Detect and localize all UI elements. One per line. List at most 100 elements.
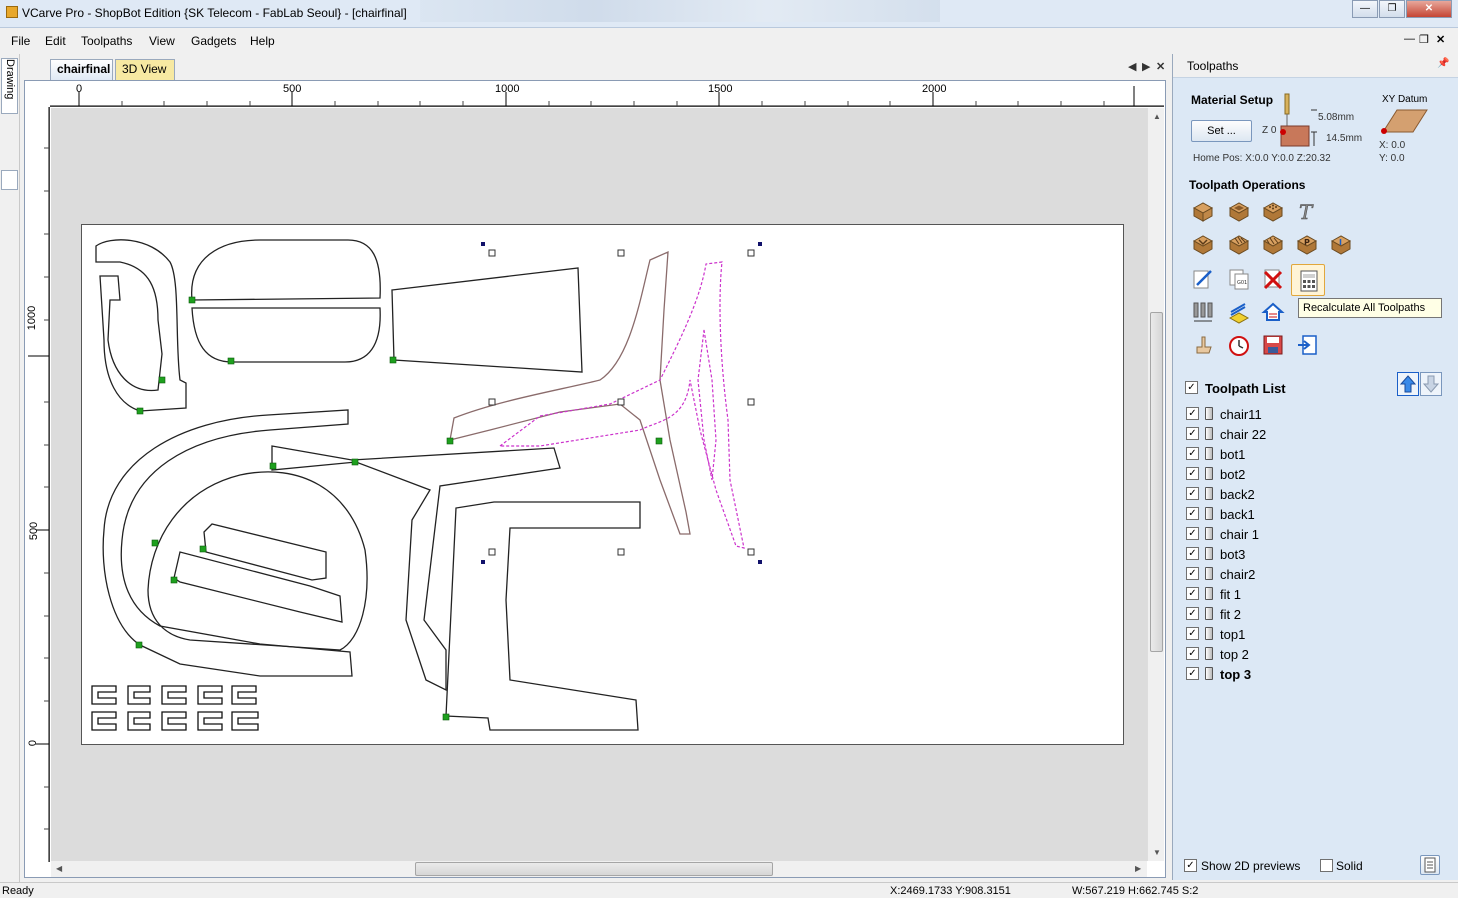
- tool-bit-icon: [1205, 547, 1213, 560]
- toolpath-item[interactable]: ✓ top1: [1184, 624, 1452, 644]
- tool-bit-icon: [1205, 667, 1213, 680]
- toolpath-list-all-checkbox[interactable]: ✓: [1185, 381, 1198, 394]
- toolpath-name: chair2: [1220, 567, 1256, 582]
- toolpath-checkbox[interactable]: ✓: [1186, 407, 1199, 420]
- show-2d-previews-checkbox[interactable]: ✓: [1184, 859, 1197, 872]
- toolpath-name: top 3: [1220, 667, 1252, 682]
- minimize-button[interactable]: —: [1352, 0, 1378, 18]
- tool-bit-icon: [1205, 467, 1213, 480]
- vertical-scroll-thumb[interactable]: [1150, 312, 1163, 652]
- toolpath-checkbox[interactable]: ✓: [1186, 647, 1199, 660]
- toolpath-vectors[interactable]: [0, 0, 1170, 880]
- toolpath-checkbox[interactable]: ✓: [1186, 607, 1199, 620]
- toolpath-item[interactable]: ✓ chair 1: [1184, 524, 1452, 544]
- close-button[interactable]: ✕: [1406, 0, 1452, 18]
- mdi-close-icon[interactable]: ✕: [1436, 33, 1445, 46]
- move-down-button[interactable]: [1420, 372, 1442, 396]
- tool-bit-icon: [1205, 527, 1213, 540]
- vertical-scrollbar[interactable]: ▲ ▼: [1147, 108, 1164, 861]
- material-set-button[interactable]: Set ...: [1191, 120, 1252, 142]
- preview-toolpath-button[interactable]: [1187, 330, 1217, 358]
- template-house-icon: [1261, 302, 1285, 321]
- vcarve-text-toolpath-button[interactable]: T: [1291, 197, 1321, 225]
- maximize-button[interactable]: ❐: [1379, 0, 1405, 18]
- mdi-minimize-icon[interactable]: —: [1404, 33, 1415, 45]
- delete-toolpath-button[interactable]: [1257, 264, 1287, 292]
- profile-toolpath-button[interactable]: [1187, 197, 1217, 225]
- copy-toolpath-button[interactable]: G01: [1223, 264, 1253, 292]
- toolpath-item[interactable]: ✓ bot1: [1184, 444, 1452, 464]
- vector-part-seat-inner: [147, 471, 368, 651]
- pin-icon[interactable]: 📌: [1437, 58, 1449, 69]
- save-disk-icon: [1263, 335, 1283, 355]
- toolpath-checkbox[interactable]: ✓: [1186, 667, 1199, 680]
- vector-part-leg-rear: [445, 501, 641, 731]
- drilling-toolpath-button[interactable]: [1257, 197, 1287, 225]
- toolpath-name: top 2: [1220, 647, 1249, 662]
- inlay-toolpath-button[interactable]: I: [1325, 230, 1355, 258]
- toolpath-item[interactable]: ✓ bot3: [1184, 544, 1452, 564]
- prism-icon: P: [1296, 235, 1318, 255]
- solid-checkbox[interactable]: [1320, 859, 1333, 872]
- recalculate-all-toolpaths-button[interactable]: [1291, 264, 1325, 296]
- toolpaths-panel-title: Toolpaths: [1187, 59, 1239, 73]
- toolpath-checkbox[interactable]: ✓: [1186, 527, 1199, 540]
- recalculate-tooltip: Recalculate All Toolpaths: [1298, 298, 1442, 318]
- toolpath-item[interactable]: ✓ back2: [1184, 484, 1452, 504]
- scroll-left-icon[interactable]: ◀: [56, 864, 62, 873]
- template-toolpath-button[interactable]: [1257, 297, 1287, 325]
- send-to-machine-button[interactable]: [1291, 330, 1321, 358]
- time-estimate-button[interactable]: [1223, 330, 1253, 358]
- edit-toolpath-button[interactable]: [1187, 264, 1217, 292]
- toolpath-checkbox[interactable]: ✓: [1186, 487, 1199, 500]
- status-text: Ready: [2, 885, 34, 897]
- vcarve-toolpath-button[interactable]: [1187, 230, 1217, 258]
- toolpath-item-selected[interactable]: ✓ top 3: [1184, 664, 1452, 684]
- home-position: Home Pos: X:0.0 Y:0.0 Z:20.32: [1193, 153, 1331, 164]
- scroll-up-icon[interactable]: ▲: [1153, 112, 1161, 121]
- vector-part-slat-1: [203, 523, 327, 581]
- toolpath-checkbox[interactable]: ✓: [1186, 447, 1199, 460]
- toolpath-checkbox[interactable]: ✓: [1186, 547, 1199, 560]
- toolpath-checkbox[interactable]: ✓: [1186, 427, 1199, 440]
- toolpath-item[interactable]: ✓ back1: [1184, 504, 1452, 524]
- toolpath-checkbox[interactable]: ✓: [1186, 627, 1199, 640]
- toolpath-item[interactable]: ✓ chair 22: [1184, 424, 1452, 444]
- toolpath-list-title: Toolpath List: [1205, 381, 1286, 396]
- merge-toolpath-button[interactable]: [1223, 297, 1253, 325]
- toolpath-summary-button[interactable]: [1187, 297, 1217, 325]
- toolpath-checkbox[interactable]: ✓: [1186, 467, 1199, 480]
- tool-bit-icon: [1205, 507, 1213, 520]
- texture-toolpath-button[interactable]: [1257, 230, 1287, 258]
- mdi-restore-icon[interactable]: ❐: [1419, 33, 1429, 46]
- prism-toolpath-button[interactable]: P: [1291, 230, 1321, 258]
- toolpath-item[interactable]: ✓ bot2: [1184, 464, 1452, 484]
- xy-datum-title: XY Datum: [1382, 94, 1428, 105]
- arrow-up-icon: [1399, 375, 1417, 393]
- move-up-button[interactable]: [1397, 372, 1419, 396]
- z0-label: Z 0: [1262, 125, 1277, 136]
- vector-part-c: [95, 239, 187, 412]
- save-toolpath-button[interactable]: [1257, 330, 1287, 358]
- scroll-right-icon[interactable]: ▶: [1135, 864, 1141, 873]
- toolpath-item[interactable]: ✓ chair2: [1184, 564, 1452, 584]
- scroll-down-icon[interactable]: ▼: [1153, 848, 1161, 857]
- toolpath-checkbox[interactable]: ✓: [1186, 567, 1199, 580]
- horizontal-scroll-thumb[interactable]: [415, 862, 773, 876]
- toolpath-bits-icon: [1193, 302, 1213, 322]
- cursor-coordinates: X:2469.1733 Y:908.3151: [890, 885, 1011, 897]
- toolpath-item[interactable]: ✓ chair11: [1184, 404, 1452, 424]
- pocket-toolpath-button[interactable]: [1223, 197, 1253, 225]
- fluting-toolpath-button[interactable]: [1223, 230, 1253, 258]
- horizontal-scrollbar[interactable]: ◀ ▶: [51, 861, 1147, 877]
- toolpath-checkbox[interactable]: ✓: [1186, 507, 1199, 520]
- toolpath-name: fit 1: [1220, 587, 1241, 602]
- toolpath-item[interactable]: ✓ top 2: [1184, 644, 1452, 664]
- list-options-button[interactable]: [1420, 855, 1440, 875]
- toolpath-item[interactable]: ✓ fit 2: [1184, 604, 1452, 624]
- toolpaths-panel-header: Toolpaths 📌: [1173, 54, 1458, 78]
- toolpath-item[interactable]: ✓ fit 1: [1184, 584, 1452, 604]
- toolpath-checkbox[interactable]: ✓: [1186, 587, 1199, 600]
- xy-datum-icon[interactable]: [1379, 106, 1431, 138]
- fluting-icon: [1228, 235, 1250, 255]
